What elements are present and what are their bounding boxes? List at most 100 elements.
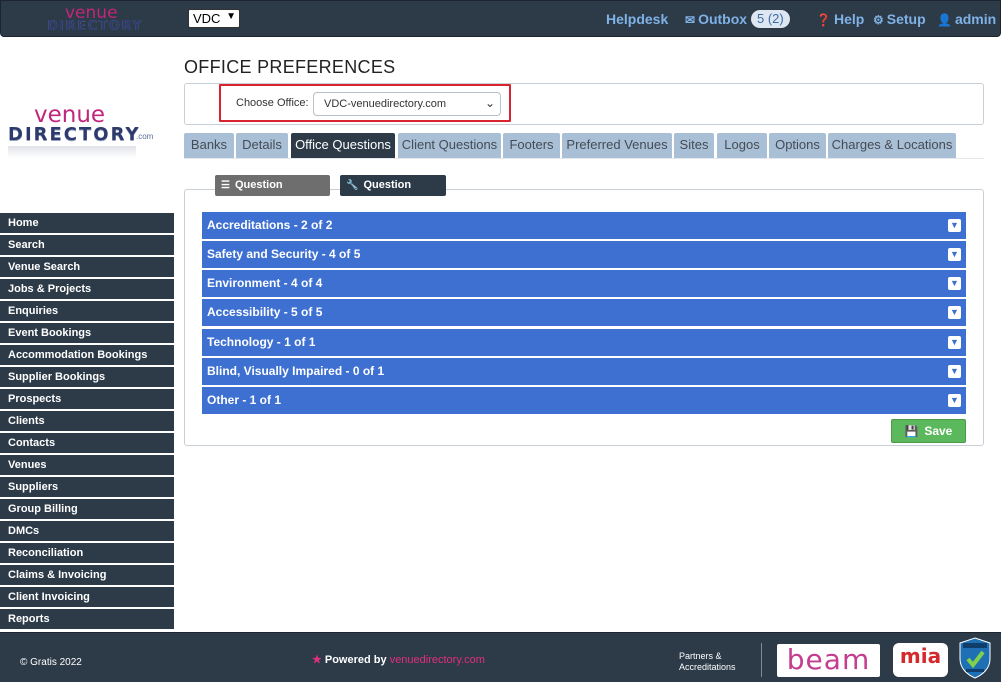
tab-client-questions[interactable]: Client Questions bbox=[398, 133, 501, 158]
copyright-text: © Gratis 2022 bbox=[20, 657, 82, 668]
help-link[interactable]: ❓ Help bbox=[816, 11, 864, 27]
tab-charges-locations[interactable]: Charges & Locations bbox=[828, 133, 956, 158]
tab-logos[interactable]: Logos bbox=[717, 133, 767, 158]
helpdesk-link[interactable]: Helpdesk bbox=[606, 11, 668, 27]
accordion-accreditations[interactable]: Accreditations - 2 of 2 ▼ bbox=[202, 212, 966, 239]
chevron-down-icon: ⌄ bbox=[484, 96, 495, 110]
top-navbar: venue DIRECTORY VDC ▼ Helpdesk ✉ Outbox 5… bbox=[0, 0, 1001, 37]
accordion-label: Accessibility - 5 of 5 bbox=[207, 305, 323, 319]
sidebar-item-claims-invoicing[interactable]: Claims & Invoicing bbox=[0, 565, 174, 587]
partners-line1: Partners & bbox=[679, 651, 722, 661]
admin-user-link[interactable]: 👤 admin bbox=[937, 11, 996, 27]
floppy-disk-icon: 💾 bbox=[904, 426, 919, 438]
sidebar-item-contacts[interactable]: Contacts bbox=[0, 433, 174, 455]
accordion-safety-security[interactable]: Safety and Security - 4 of 5 ▼ bbox=[202, 241, 966, 268]
sidebar-item-supplier-bookings[interactable]: Supplier Bookings bbox=[0, 367, 174, 389]
question-manager-button[interactable]: ☰ Question Manager bbox=[215, 175, 330, 212]
sidebar-item-enquiries[interactable]: Enquiries bbox=[0, 301, 174, 323]
page-title: OFFICE PREFERENCES bbox=[184, 57, 396, 77]
caret-down-icon[interactable]: ▼ bbox=[948, 306, 961, 319]
sidebar-item-search[interactable]: Search bbox=[0, 235, 174, 257]
sidebar-item-dmcs[interactable]: DMCs bbox=[0, 521, 174, 543]
accordion-label: Accreditations - 2 of 2 bbox=[207, 218, 333, 232]
sidebar-item-group-billing[interactable]: Group Billing bbox=[0, 499, 174, 521]
accordion-label: Other - 1 of 1 bbox=[207, 393, 282, 407]
setup-link[interactable]: ⚙ Setup bbox=[873, 11, 926, 27]
help-label: Help bbox=[833, 11, 865, 27]
list-icon: ☰ bbox=[221, 180, 230, 191]
outbox-label: Outbox bbox=[698, 11, 748, 27]
choose-office-label: Choose Office: bbox=[236, 97, 309, 109]
accordion-label: Blind, Visually Impaired - 0 of 1 bbox=[207, 364, 385, 378]
large-logo-directory: DIRECTORY bbox=[8, 124, 141, 145]
venue-directory-large-logo: venue DIRECTORY .com bbox=[8, 102, 158, 162]
logo-reflection bbox=[8, 146, 136, 158]
caret-down-icon[interactable]: ▼ bbox=[948, 219, 961, 232]
tab-office-questions[interactable]: Office Questions bbox=[291, 133, 395, 158]
caret-down-icon[interactable]: ▼ bbox=[948, 248, 961, 261]
caret-down-icon[interactable]: ▼ bbox=[948, 365, 961, 378]
sidebar-item-accommodation-bookings[interactable]: Accommodation Bookings bbox=[0, 345, 174, 367]
tabs-divider bbox=[184, 158, 984, 159]
accordion-environment[interactable]: Environment - 4 of 4 ▼ bbox=[202, 270, 966, 297]
accordion-other[interactable]: Other - 1 of 1 ▼ bbox=[202, 387, 966, 414]
accordion-label: Environment - 4 of 4 bbox=[207, 276, 323, 290]
chevron-down-icon: ▼ bbox=[226, 11, 236, 22]
powered-by: ★ Powered by venuedirectory.com bbox=[312, 653, 485, 666]
caret-down-icon[interactable]: ▼ bbox=[948, 336, 961, 349]
sidebar-item-reports[interactable]: Reports bbox=[0, 609, 174, 631]
sidebar-item-suppliers[interactable]: Suppliers bbox=[0, 477, 174, 499]
user-icon: 👤 bbox=[937, 13, 952, 27]
footer: © Gratis 2022 ★ Powered by venuedirectory… bbox=[0, 632, 1001, 682]
sidebar-item-jobs-projects[interactable]: Jobs & Projects bbox=[0, 279, 174, 301]
venue-directory-logo[interactable]: venue DIRECTORY bbox=[47, 3, 142, 35]
mia-logo[interactable]: mia bbox=[893, 643, 948, 677]
save-label: Save bbox=[924, 424, 953, 438]
sidebar-item-reconciliation[interactable]: Reconciliation bbox=[0, 543, 174, 565]
wrench-icon: 🔧 bbox=[346, 180, 359, 191]
sidebar-item-prospects[interactable]: Prospects bbox=[0, 389, 174, 411]
choose-office-value: VDC-venuedirectory.com bbox=[324, 98, 447, 110]
large-logo-suffix: .com bbox=[136, 132, 154, 141]
tab-details[interactable]: Details bbox=[236, 133, 288, 158]
accordion-technology[interactable]: Technology - 1 of 1 ▼ bbox=[202, 329, 966, 356]
powered-by-link[interactable]: venuedirectory.com bbox=[390, 654, 485, 666]
gear-icon: ⚙ bbox=[873, 13, 884, 27]
beam-logo[interactable]: beam bbox=[777, 644, 880, 677]
sidebar-menu: Home Search Venue Search Jobs & Projects… bbox=[0, 213, 174, 631]
star-icon: ★ bbox=[312, 654, 322, 666]
sidebar-item-clients[interactable]: Clients bbox=[0, 411, 174, 433]
office-switch-value: VDC bbox=[193, 11, 221, 26]
setup-label: Setup bbox=[886, 11, 926, 27]
outbox-count-badge: 5 (2) bbox=[751, 10, 790, 28]
caret-down-icon[interactable]: ▼ bbox=[948, 394, 961, 407]
mia-logo-text: mia bbox=[899, 644, 942, 668]
logo-word-directory: DIRECTORY bbox=[47, 19, 144, 34]
outbox-link[interactable]: ✉ Outbox bbox=[685, 11, 747, 27]
admin-label: admin bbox=[954, 11, 997, 27]
sidebar-item-home[interactable]: Home bbox=[0, 213, 174, 235]
question-circle-icon: ❓ bbox=[816, 13, 831, 27]
partners-line2: Accreditations bbox=[679, 662, 736, 672]
cyber-essentials-badge-icon[interactable] bbox=[958, 637, 992, 679]
caret-down-icon[interactable]: ▼ bbox=[948, 277, 961, 290]
accordion-accessibility[interactable]: Accessibility - 5 of 5 ▼ bbox=[202, 299, 966, 326]
choose-office-select[interactable]: VDC-venuedirectory.com ⌄ bbox=[313, 92, 501, 116]
accordion-blind-visually-impaired[interactable]: Blind, Visually Impaired - 0 of 1 ▼ bbox=[202, 358, 966, 385]
office-switch-select[interactable]: VDC ▼ bbox=[188, 9, 240, 28]
tab-preferred-venues[interactable]: Preferred Venues bbox=[562, 133, 672, 158]
sidebar-item-client-invoicing[interactable]: Client Invoicing bbox=[0, 587, 174, 609]
tab-banks[interactable]: Banks bbox=[184, 133, 234, 158]
sidebar-item-venue-search[interactable]: Venue Search bbox=[0, 257, 174, 279]
sidebar-item-venues[interactable]: Venues bbox=[0, 455, 174, 477]
accordion-label: Technology - 1 of 1 bbox=[207, 335, 316, 349]
question-builder-button[interactable]: 🔧 Question Builder bbox=[340, 175, 446, 212]
tab-footers[interactable]: Footers bbox=[503, 133, 560, 158]
tab-options[interactable]: Options bbox=[769, 133, 826, 158]
envelope-icon: ✉ bbox=[685, 13, 696, 27]
footer-divider bbox=[761, 643, 762, 677]
tab-sites[interactable]: Sites bbox=[674, 133, 714, 158]
save-button[interactable]: 💾 Save bbox=[891, 419, 966, 443]
partners-accreditations: Partners & Accreditations bbox=[679, 651, 749, 673]
sidebar-item-event-bookings[interactable]: Event Bookings bbox=[0, 323, 174, 345]
